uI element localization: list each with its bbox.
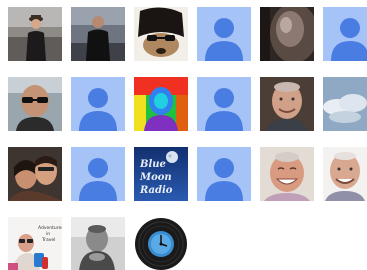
smiling-man-photo-icon (260, 77, 314, 131)
avatar-default[interactable] (197, 147, 251, 201)
avatar-adventures-in-travel[interactable]: Adventures in Travel (8, 217, 62, 270)
bald-man-sunglasses-photo-icon (8, 77, 62, 131)
avatar-default[interactable] (323, 7, 367, 61)
svg-text:Travel: Travel (41, 237, 55, 243)
avatar-default[interactable] (71, 147, 125, 201)
default-user-icon (197, 77, 251, 131)
svg-text:Moon: Moon (139, 172, 172, 183)
avatar-default[interactable] (71, 77, 125, 131)
couple-selfie-photo-icon (8, 147, 62, 201)
blue-moon-radio-logo-icon: Blue Moon Radio (134, 147, 188, 201)
avatar-laughing-man[interactable] (260, 147, 314, 201)
avatar-couple-selfie[interactable] (8, 147, 62, 201)
default-user-icon (323, 7, 367, 61)
laughing-man-photo-icon (260, 147, 314, 201)
avatar-older-man[interactable] (323, 147, 367, 201)
bw-man-photo-icon (71, 217, 125, 270)
default-user-icon (197, 147, 251, 201)
man-in-hat-photo-icon (8, 7, 62, 61)
vinyl-record-clock-photo-icon (134, 217, 188, 270)
svg-text:in: in (46, 231, 50, 237)
avatar-vinyl-record-clock[interactable] (134, 217, 188, 270)
avatar-dark-object[interactable] (260, 7, 314, 61)
dark-object-photo-icon (260, 7, 314, 61)
avatar-smiling-man[interactable] (260, 77, 314, 131)
svg-text:Adventures: Adventures (38, 225, 62, 231)
avatar-man-in-hat[interactable] (8, 7, 62, 61)
avatar-thermal-portrait[interactable] (134, 77, 188, 131)
avatar-bald-man-sunglasses[interactable] (8, 77, 62, 131)
avatar-bw-man[interactable] (71, 217, 125, 270)
default-user-icon (197, 7, 251, 61)
older-man-photo-icon (323, 147, 367, 201)
adventures-in-travel-photo-icon: Adventures in Travel (8, 217, 62, 270)
avatar-dog-with-sunglasses[interactable] (134, 7, 188, 61)
avatar-man-in-black[interactable] (71, 7, 125, 61)
man-in-black-photo-icon (71, 7, 125, 61)
avatar-blue-moon-radio[interactable]: Blue Moon Radio (134, 147, 188, 201)
avatar-cloudy-sky[interactable] (323, 77, 367, 131)
svg-text:Radio: Radio (139, 185, 173, 196)
avatar-default[interactable] (197, 7, 251, 61)
default-user-icon (71, 77, 125, 131)
cloudy-sky-photo-icon (323, 77, 367, 131)
dog-with-sunglasses-photo-icon (134, 7, 188, 61)
avatar-default[interactable] (197, 77, 251, 131)
svg-text:Blue: Blue (139, 159, 166, 170)
avatar-grid: Blue Moon Radio Adventures in Travel (0, 0, 367, 270)
thermal-portrait-photo-icon (134, 77, 188, 131)
default-user-icon (71, 147, 125, 201)
